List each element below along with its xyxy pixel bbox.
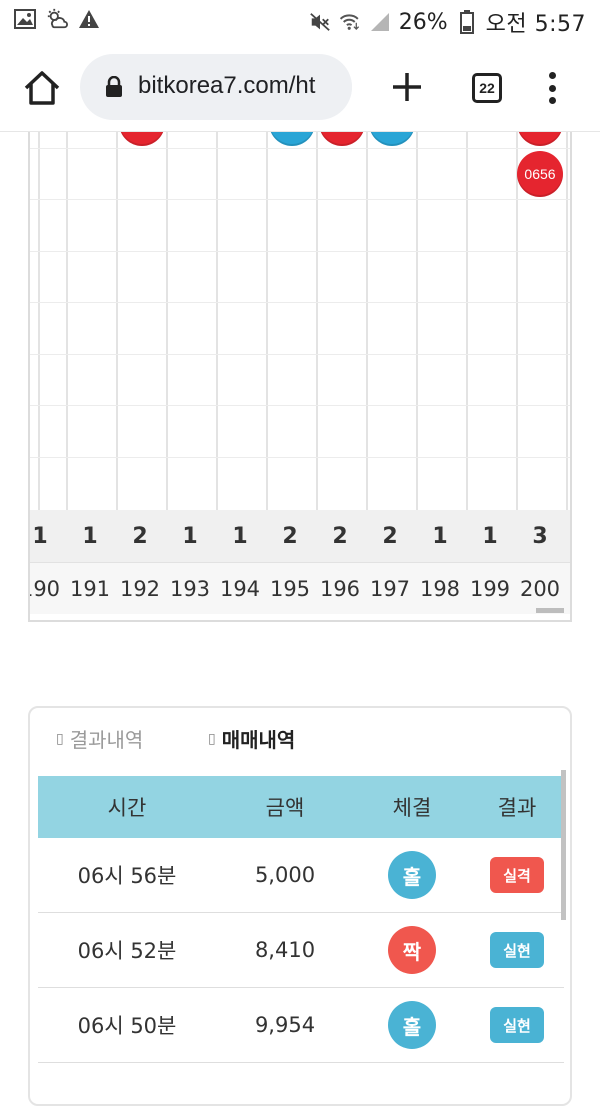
- row-time: 06시 50분: [77, 1014, 177, 1038]
- more-menu-button[interactable]: [542, 68, 562, 108]
- round-number-cell: 195: [269, 577, 311, 601]
- round-number-cell: 190: [30, 577, 61, 601]
- execution-badge: 짝: [388, 926, 436, 974]
- result-badge: 실현: [490, 932, 544, 968]
- vertical-scrollbar[interactable]: [561, 770, 566, 920]
- round-number-cell: 191: [69, 577, 111, 601]
- table-row: 06시 56분 5,000 홀 실격: [38, 838, 564, 913]
- home-button[interactable]: [22, 68, 62, 108]
- count-cell: 1: [232, 523, 248, 549]
- row-result: 실현: [470, 1007, 564, 1043]
- warning-icon: [78, 8, 100, 30]
- execution-badge: 홀: [388, 851, 436, 899]
- tab-trades-label: 매매내역: [221, 728, 296, 752]
- result-badge: 실현: [490, 1007, 544, 1043]
- url-fade: [326, 54, 352, 120]
- tab-results-label: 결과내역: [69, 728, 144, 752]
- grid-row-line: [30, 405, 570, 406]
- grid-row-line: [30, 302, 570, 303]
- tab-icon: ▯: [208, 730, 216, 747]
- plus-icon: [393, 73, 421, 101]
- mute-icon: [309, 11, 331, 33]
- header-execution: 체결: [392, 796, 432, 820]
- count-cell: 1: [482, 523, 498, 549]
- tab-results[interactable]: ▯ 결과내역: [56, 724, 143, 753]
- more-vert-icon-dot: [548, 97, 556, 104]
- round-number-cell: 193: [169, 577, 211, 601]
- lock-icon: [104, 75, 124, 98]
- round-number-cell: 197: [369, 577, 411, 601]
- count-cell: 2: [282, 523, 298, 549]
- signal-icon: [369, 11, 391, 33]
- count-cell: 2: [382, 523, 398, 549]
- header-result: 결과: [497, 796, 537, 820]
- round-number-cell: 192: [119, 577, 161, 601]
- count-cell: 1: [432, 523, 448, 549]
- url-text: bitkorea7.com/ht: [138, 72, 316, 99]
- grid-row-line: [30, 354, 570, 355]
- table-header: 시간 금액 체결 결과: [38, 776, 564, 838]
- table-row: 06시 50분 9,954 홀 실현: [38, 988, 564, 1063]
- count-cell: 1: [82, 523, 98, 549]
- grid-row-line: [30, 457, 570, 458]
- battery-icon: [456, 10, 478, 34]
- round-number-cell: 199: [469, 577, 511, 601]
- row-execution: 홀: [354, 1001, 470, 1049]
- browser-toolbar: bitkorea7.com/ht 22: [0, 40, 600, 132]
- result-badge: 실격: [490, 857, 544, 893]
- history-panel: ▯ 결과내역 ▯ 매매내역 시간 금액 체결 결과 06시 56분 5,000 …: [28, 706, 572, 1106]
- row-amount: 8,410: [254, 938, 316, 962]
- tab-count: 22: [479, 80, 495, 96]
- horizontal-scrollbar[interactable]: [536, 608, 564, 613]
- grid-row-line: [30, 251, 570, 252]
- more-vert-icon-dot: [548, 84, 556, 92]
- count-row: 1 1 2 1 1 2 2 2 1 1 3: [30, 510, 570, 562]
- new-tab-button[interactable]: [388, 68, 426, 106]
- round-number-cell: 194: [219, 577, 261, 601]
- result-ball: 0656: [517, 151, 563, 197]
- header-amount: 금액: [265, 796, 305, 820]
- gallery-icon: [14, 8, 36, 30]
- round-number-cell: 196: [319, 577, 361, 601]
- row-execution: 짝: [354, 926, 470, 974]
- row-result: 실격: [470, 857, 564, 893]
- count-cell: 1: [32, 523, 48, 549]
- tab-switcher-button[interactable]: 22: [472, 73, 502, 103]
- result-ball: [119, 132, 165, 146]
- row-execution: 홀: [354, 851, 470, 899]
- clock: 오전 5:57: [485, 12, 586, 37]
- tab-trades[interactable]: ▯ 매매내역: [208, 724, 295, 753]
- header-time: 시간: [107, 796, 147, 820]
- home-icon: [24, 71, 60, 105]
- row-amount: 5,000: [254, 863, 316, 887]
- result-ball: [269, 132, 315, 146]
- execution-badge: 홀: [388, 1001, 436, 1049]
- result-ball: [517, 132, 563, 146]
- grid-row-line: [30, 148, 570, 149]
- status-bar: 26% 오전 5:57: [0, 0, 600, 40]
- count-cell: 2: [332, 523, 348, 549]
- row-time: 06시 56분: [77, 864, 177, 888]
- grid-row-line: [30, 199, 570, 200]
- wifi-icon: [339, 11, 361, 33]
- result-ball: [319, 132, 365, 146]
- row-result: 실현: [470, 932, 564, 968]
- result-ball: [369, 132, 415, 146]
- battery-percent: 26%: [398, 9, 448, 35]
- count-cell: 2: [132, 523, 148, 549]
- count-cell: 3: [532, 523, 548, 549]
- result-grid[interactable]: 0656 1 1 2 1 1 2 2 2 1 1 3 190 191 192 1…: [28, 132, 572, 622]
- trade-table: 시간 금액 체결 결과 06시 56분 5,000 홀 실격 06시 52분 8…: [38, 776, 564, 1063]
- address-bar[interactable]: bitkorea7.com/ht: [80, 54, 352, 120]
- more-vert-icon-dot: [548, 72, 556, 79]
- weather-icon: [46, 8, 68, 30]
- round-number-cell: 198: [419, 577, 461, 601]
- tab-icon: ▯: [56, 730, 64, 747]
- row-amount: 9,954: [254, 1013, 316, 1037]
- count-cell: 1: [182, 523, 198, 549]
- round-number-row: 190 191 192 193 194 195 196 197 198 199 …: [30, 562, 570, 614]
- row-time: 06시 52분: [77, 939, 177, 963]
- table-row: 06시 52분 8,410 짝 실현: [38, 913, 564, 988]
